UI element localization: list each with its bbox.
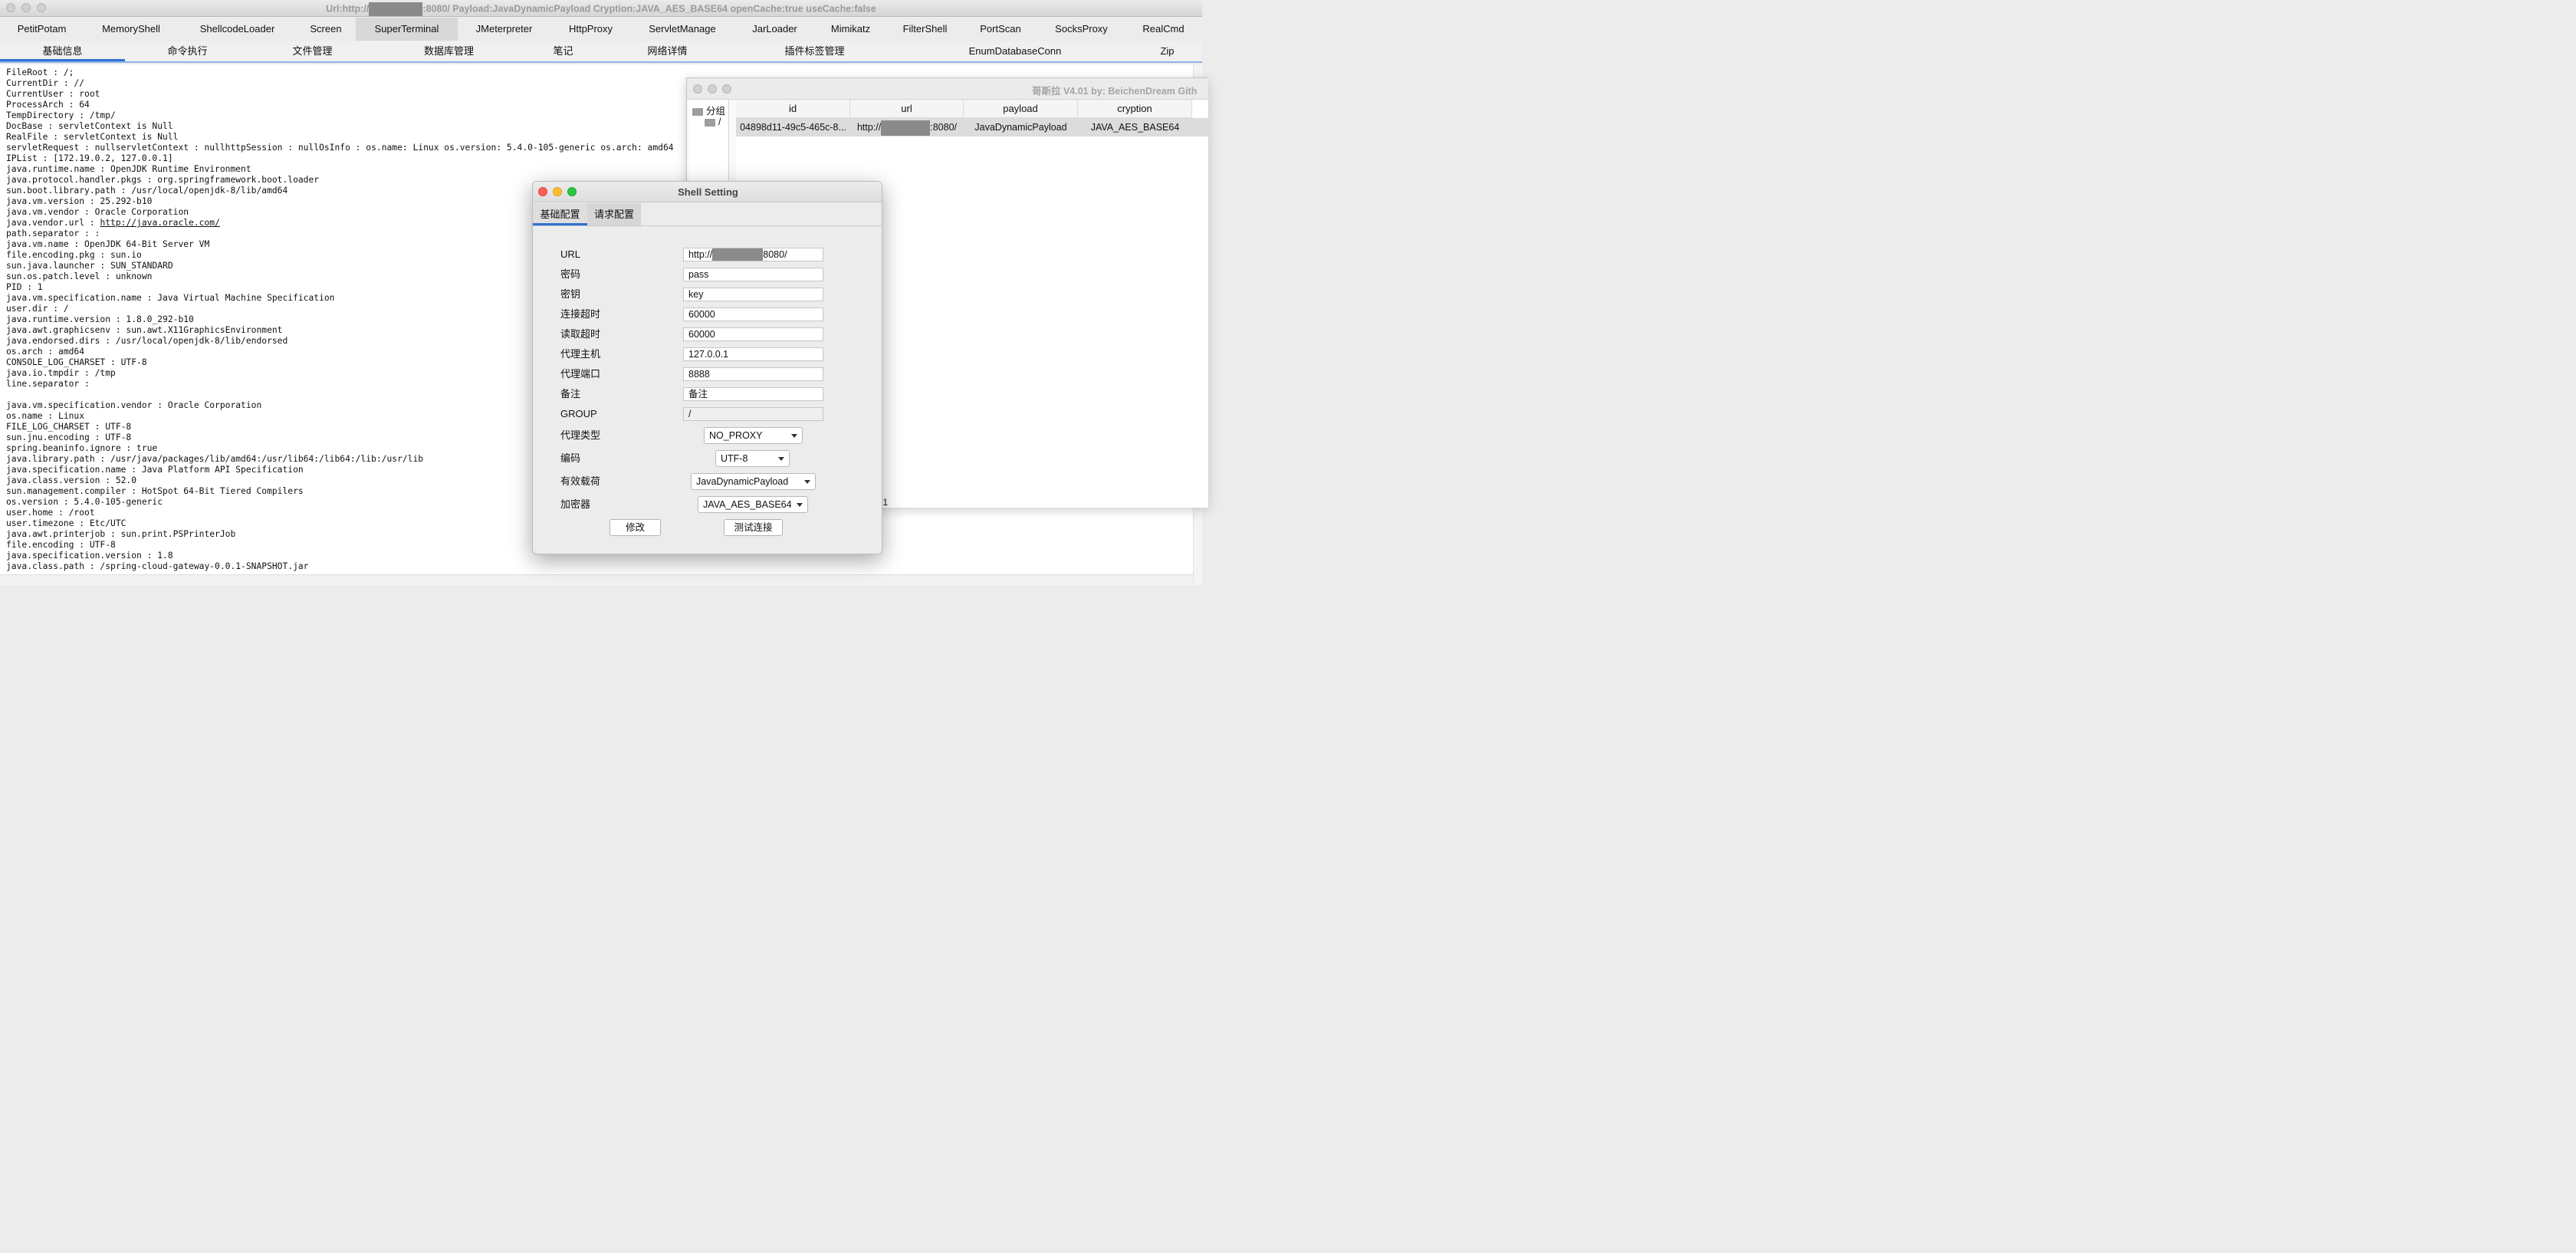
- tab-enumdatabaseconn[interactable]: EnumDatabaseConn: [898, 41, 1132, 61]
- encoding-select[interactable]: UTF-8: [715, 450, 790, 467]
- tab-servletmanage[interactable]: ServletManage: [631, 18, 734, 41]
- tab-filtershell[interactable]: FilterShell: [886, 18, 964, 41]
- read-timeout-label: 读取超时: [560, 328, 601, 340]
- tab-basic-info[interactable]: 基础信息: [0, 41, 125, 61]
- tab-petitpotam[interactable]: PetitPotam: [0, 18, 84, 41]
- tree-item-root-group[interactable]: /: [705, 117, 721, 127]
- cell-url: http://:8080/: [850, 118, 964, 136]
- tree-root[interactable]: 分组: [692, 103, 725, 117]
- table-row[interactable]: 04898d11-49c5-465c-8... http://:8080/ Ja…: [736, 118, 1208, 136]
- tab-zip[interactable]: Zip: [1132, 41, 1202, 61]
- payload-label: 有效载荷: [560, 475, 601, 487]
- close-button[interactable]: [693, 84, 702, 94]
- chevron-down-icon: [797, 503, 803, 507]
- proxy-host-label: 代理主机: [560, 348, 601, 360]
- window-title: Url:http://:8080/ Payload:JavaDynamicPay…: [0, 2, 1202, 16]
- dialog-titlebar: Shell Setting: [533, 182, 882, 202]
- cell-payload: JavaDynamicPayload: [974, 122, 1067, 133]
- url-label: URL: [560, 248, 581, 260]
- password-field[interactable]: pass: [683, 268, 823, 281]
- shell-list-titlebar: 哥斯拉 V4.01 by: BeichenDream Gith: [687, 78, 1208, 100]
- vendor-url-link[interactable]: http://java.oracle.com/: [100, 218, 219, 228]
- cell-id: 04898d11-49c5-465c-8...: [740, 122, 846, 133]
- redacted-host: [712, 248, 764, 261]
- tab-socksproxy[interactable]: SocksProxy: [1037, 18, 1126, 41]
- horizontal-scrollbar[interactable]: [0, 574, 1193, 585]
- group-label: GROUP: [560, 408, 597, 419]
- key-label: 密钥: [560, 288, 581, 300]
- chevron-down-icon: [778, 457, 784, 461]
- column-header-payload[interactable]: payload: [964, 100, 1078, 118]
- connect-timeout-field[interactable]: 60000: [683, 307, 823, 321]
- tab-memoryshell[interactable]: MemoryShell: [84, 18, 179, 41]
- remark-label: 备注: [560, 388, 581, 400]
- tab-realcmd[interactable]: RealCmd: [1126, 18, 1201, 41]
- info-line: java.class.path : /spring-cloud-gateway-…: [6, 561, 309, 571]
- proxy-port-field[interactable]: 8888: [683, 367, 823, 381]
- encoding-label: 编码: [560, 452, 581, 464]
- proxy-type-select[interactable]: NO_PROXY: [704, 427, 803, 444]
- tab-request-config[interactable]: 请求配置: [587, 203, 641, 225]
- modify-button[interactable]: 修改: [610, 519, 661, 536]
- tab-database-manager[interactable]: 数据库管理: [375, 41, 523, 61]
- tab-superterminal[interactable]: SuperTerminal: [356, 18, 458, 41]
- column-header-cryption[interactable]: cryption: [1078, 100, 1192, 118]
- main-titlebar: Url:http://:8080/ Payload:JavaDynamicPay…: [0, 0, 1202, 17]
- chevron-down-icon: [791, 434, 797, 438]
- cryption-label: 加密器: [560, 498, 591, 510]
- chevron-down-icon: [804, 480, 810, 484]
- tab-notes[interactable]: 笔记: [523, 41, 603, 61]
- sub-tab-bar: 基础信息 命令执行 文件管理 数据库管理 笔记 网络详情 插件标签管理 Enum…: [0, 41, 1202, 63]
- folder-icon: [705, 118, 715, 127]
- remark-field[interactable]: 备注: [683, 387, 823, 401]
- cryption-select[interactable]: JAVA_AES_BASE64: [698, 496, 808, 513]
- shell-setting-dialog: Shell Setting 基础配置 请求配置 URL http://8080/…: [532, 181, 882, 554]
- column-header-id[interactable]: id: [736, 100, 850, 118]
- proxy-port-label: 代理端口: [560, 368, 601, 380]
- tab-jarloader[interactable]: JarLoader: [734, 18, 816, 41]
- tab-basic-config[interactable]: 基础配置: [533, 203, 587, 225]
- minimize-button[interactable]: [708, 84, 717, 94]
- tab-shellcodeloader[interactable]: ShellcodeLoader: [179, 18, 296, 41]
- info-line: FileRoot : /;: [6, 67, 74, 77]
- group-field: /: [683, 407, 823, 421]
- test-connection-button[interactable]: 测试连接: [724, 519, 783, 536]
- redacted-host: [881, 120, 931, 136]
- tab-file-manager[interactable]: 文件管理: [250, 41, 375, 61]
- tab-jmeterpreter[interactable]: JMeterpreter: [458, 18, 550, 41]
- url-field[interactable]: http://8080/: [683, 248, 823, 261]
- payload-select[interactable]: JavaDynamicPayload: [691, 473, 816, 490]
- tab-httpproxy[interactable]: HttpProxy: [550, 18, 631, 41]
- tab-mimikatz[interactable]: Mimikatz: [816, 18, 886, 41]
- proxy-type-label: 代理类型: [560, 429, 601, 441]
- dialog-tab-bar: 基础配置 请求配置: [533, 203, 882, 226]
- key-field[interactable]: key: [683, 288, 823, 301]
- tab-plugin-tag-manager[interactable]: 插件标签管理: [731, 41, 898, 61]
- plugin-tab-bar: PetitPotam MemoryShell ShellcodeLoader S…: [0, 18, 1202, 41]
- tab-command-exec[interactable]: 命令执行: [125, 41, 250, 61]
- cell-cryption: JAVA_AES_BASE64: [1090, 122, 1180, 133]
- dialog-title: Shell Setting: [678, 186, 738, 198]
- tab-portscan[interactable]: PortScan: [964, 18, 1037, 41]
- connect-timeout-label: 连接超时: [560, 308, 601, 320]
- proxy-host-field[interactable]: 127.0.0.1: [683, 347, 823, 361]
- read-timeout-field[interactable]: 60000: [683, 327, 823, 341]
- app-title: 哥斯拉 V4.01 by: BeichenDream Gith: [1032, 86, 1198, 97]
- folder-icon: [692, 107, 703, 116]
- redacted-host: [369, 2, 423, 16]
- column-header-url[interactable]: url: [850, 100, 964, 118]
- tab-network-details[interactable]: 网络详情: [603, 41, 731, 61]
- maximize-button[interactable]: [722, 84, 731, 94]
- tab-screen[interactable]: Screen: [296, 18, 356, 41]
- password-label: 密码: [560, 268, 581, 280]
